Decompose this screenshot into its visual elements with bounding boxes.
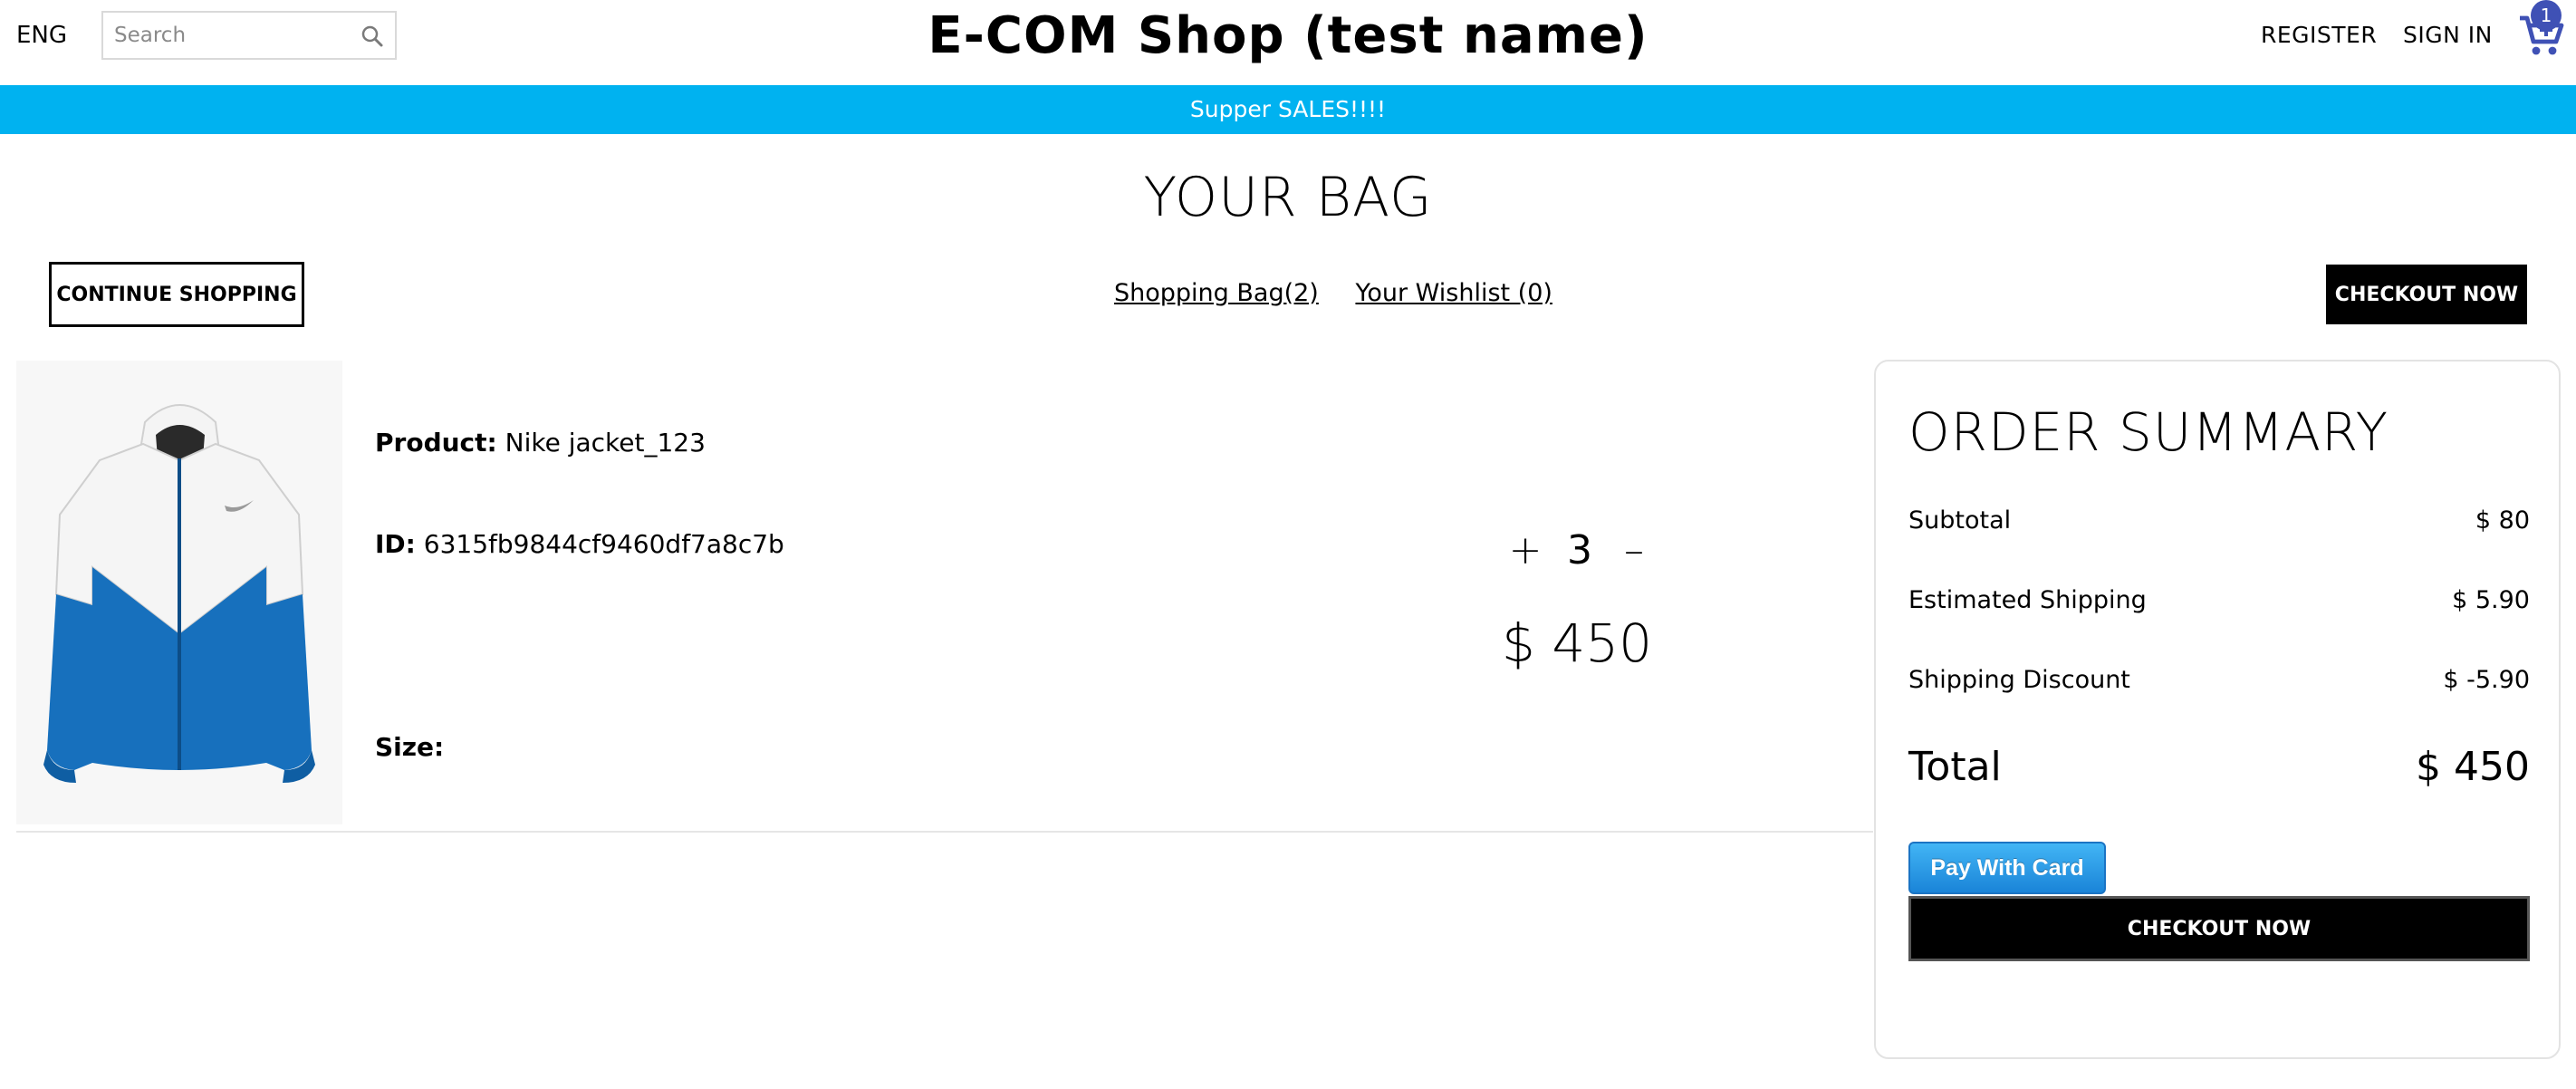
signin-link[interactable]: SIGN IN [2403, 20, 2493, 51]
discount-label: Shipping Discount [1908, 666, 2130, 694]
shopping-bag-link[interactable]: Shopping Bag(2) [1114, 279, 1319, 307]
total-label: Total [1908, 744, 2002, 790]
product-name-line: Product: Nike jacket_123 [375, 426, 706, 460]
shipping-label: Estimated Shipping [1908, 586, 2147, 614]
wishlist-link[interactable]: Your Wishlist (0) [1355, 279, 1552, 307]
increase-quantity-button[interactable]: + [1507, 525, 1543, 576]
id-label: ID: [375, 529, 416, 559]
total-row: Total $ 450 [1908, 740, 2530, 795]
pay-with-card-button[interactable]: Pay With Card [1908, 842, 2106, 894]
register-link[interactable]: REGISTER [2261, 20, 2377, 51]
product-id: 6315fb9844cf9460df7a8c7b [423, 529, 784, 559]
decrease-quantity-button[interactable]: – [1616, 525, 1652, 576]
cart-count-badge: 1 [2531, 0, 2562, 31]
total-value: $ 450 [2416, 744, 2530, 790]
shipping-value: $ 5.90 [2452, 586, 2530, 614]
product-id-line: ID: 6315fb9844cf9460df7a8c7b [375, 527, 784, 562]
navbar: ENG E-COM Shop (test name) REGISTER SIGN… [0, 0, 2576, 85]
continue-shopping-button[interactable]: CONTINUE SHOPPING [49, 262, 304, 327]
quantity-stepper: + 3 – [1507, 524, 1652, 576]
product-size-line: Size: [375, 730, 444, 765]
brand-title[interactable]: E-COM Shop (test name) [928, 2, 1648, 71]
discount-row: Shipping Discount $ -5.90 [1908, 664, 2530, 697]
product-image [16, 361, 342, 824]
brand-logo: E-COM Shop (test name) [0, 2, 2576, 71]
product-name: Nike jacket_123 [505, 428, 706, 458]
product-label: Product: [375, 428, 497, 458]
quantity-value: 3 [1567, 527, 1592, 573]
divider [16, 831, 1873, 833]
discount-value: $ -5.90 [2443, 666, 2530, 694]
summary-checkout-button[interactable]: CHECKOUT NOW [1908, 896, 2530, 961]
size-label: Size: [375, 732, 445, 762]
jacket-image [43, 404, 315, 783]
product-price: $ 450 [1502, 612, 1653, 674]
page-title: YOUR BAG [1143, 166, 1433, 229]
bag-tabs: Shopping Bag(2) Your Wishlist (0) [1114, 277, 1581, 310]
summary-title: ORDER SUMMARY [1908, 401, 2389, 463]
announcement-bar: Supper SALES!!!! [0, 85, 2576, 134]
checkout-now-button[interactable]: CHECKOUT NOW [2326, 265, 2527, 324]
subtotal-row: Subtotal $ 80 [1908, 505, 2530, 537]
order-summary: ORDER SUMMARY Subtotal $ 80 Estimated Sh… [1874, 360, 2561, 1059]
shipping-row: Estimated Shipping $ 5.90 [1908, 584, 2530, 617]
subtotal-label: Subtotal [1908, 506, 2012, 535]
subtotal-value: $ 80 [2475, 506, 2530, 535]
